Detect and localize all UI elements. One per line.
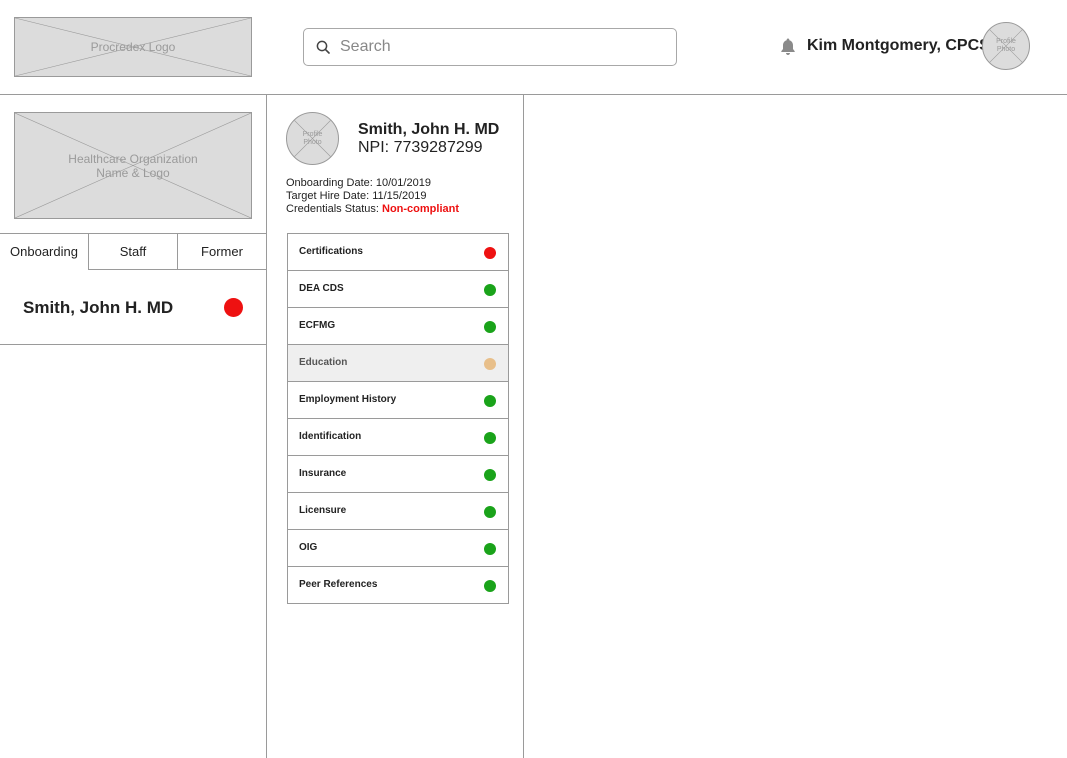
status-indicator-dot [484,432,496,444]
list-item[interactable]: Smith, John H. MD [0,270,266,345]
provider-avatar: Profile Photo [286,112,339,165]
checklist-item-label: Employment History [299,394,397,405]
checklist-item-education[interactable]: Education [288,345,508,382]
avatar-placeholder-text: Profile Photo [996,38,1016,53]
provider-npi: NPI: 7739287299 [358,139,483,156]
checklist-item-identification[interactable]: Identification [288,419,508,456]
logo-placeholder-text: Procredex Logo [90,40,176,54]
provider-name: Smith, John H. MD [358,121,500,138]
status-indicator-dot [484,543,496,555]
staff-tabs: Onboarding Staff Former [0,233,266,270]
org-logo-placeholder-text: Healthcare Organization Name & Logo [68,151,198,180]
checklist-item-label: Insurance [299,468,347,479]
checklist-item-label: Identification [299,431,362,442]
credentials-status-value: Non-compliant [382,203,459,215]
checklist-item-label: ECFMG [299,320,336,331]
checklist-item-oig[interactable]: OIG [288,530,508,567]
status-indicator-dot [484,284,496,296]
checklist-item-label: Education [299,357,348,368]
provider-detail-panel: Profile Photo Smith, John H. MD NPI: 773… [267,95,524,758]
status-indicator-dot [224,298,243,317]
checklist-item-licensure[interactable]: Licensure [288,493,508,530]
checklist-item-peer-references[interactable]: Peer References [288,567,508,603]
app-header: Procredex Logo Kim Montgomery, CPCS Prof… [0,0,1067,95]
status-indicator-dot [484,358,496,370]
checklist-item-label: DEA CDS [299,283,344,294]
credential-checklist: Certifications DEA CDS ECFMG Education E… [287,233,509,604]
checklist-item-insurance[interactable]: Insurance [288,456,508,493]
onboarding-date: Onboarding Date: 10/01/2019 [286,177,431,189]
checklist-item-ecfmg[interactable]: ECFMG [288,308,508,345]
tab-staff[interactable]: Staff [89,234,178,270]
notification-bell-icon[interactable] [779,37,797,56]
checklist-item-employment-history[interactable]: Employment History [288,382,508,419]
credentials-status-label: Credentials Status: [286,203,382,215]
checklist-item-label: Peer References [299,579,378,590]
search-icon [316,40,330,54]
status-indicator-dot [484,395,496,407]
search-box[interactable] [303,28,677,66]
checklist-item-certifications[interactable]: Certifications [288,234,508,271]
checklist-item-label: Certifications [299,246,363,257]
staff-list-panel: Healthcare Organization Name & Logo Onbo… [0,95,267,758]
tab-onboarding[interactable]: Onboarding [0,234,89,270]
status-indicator-dot [484,506,496,518]
status-indicator-dot [484,321,496,333]
status-indicator-dot [484,580,496,592]
current-user-name[interactable]: Kim Montgomery, CPCS [807,37,990,55]
status-indicator-dot [484,469,496,481]
checklist-item-label: OIG [299,542,318,553]
staff-member-name: Smith, John H. MD [23,298,174,317]
procredex-logo[interactable]: Procredex Logo [14,17,252,77]
target-hire-date: Target Hire Date: 11/15/2019 [286,190,427,202]
checklist-item-label: Licensure [299,505,347,516]
user-avatar[interactable]: Profile Photo [982,22,1030,70]
credentials-status-line: Credentials Status: Non-compliant [286,203,459,215]
avatar-placeholder-text: Profile Photo [302,130,323,146]
checklist-item-dea-cds[interactable]: DEA CDS [288,271,508,308]
tab-former[interactable]: Former [178,234,266,270]
organization-logo: Healthcare Organization Name & Logo [14,112,252,219]
search-input[interactable] [340,38,660,56]
status-indicator-dot [484,247,496,259]
